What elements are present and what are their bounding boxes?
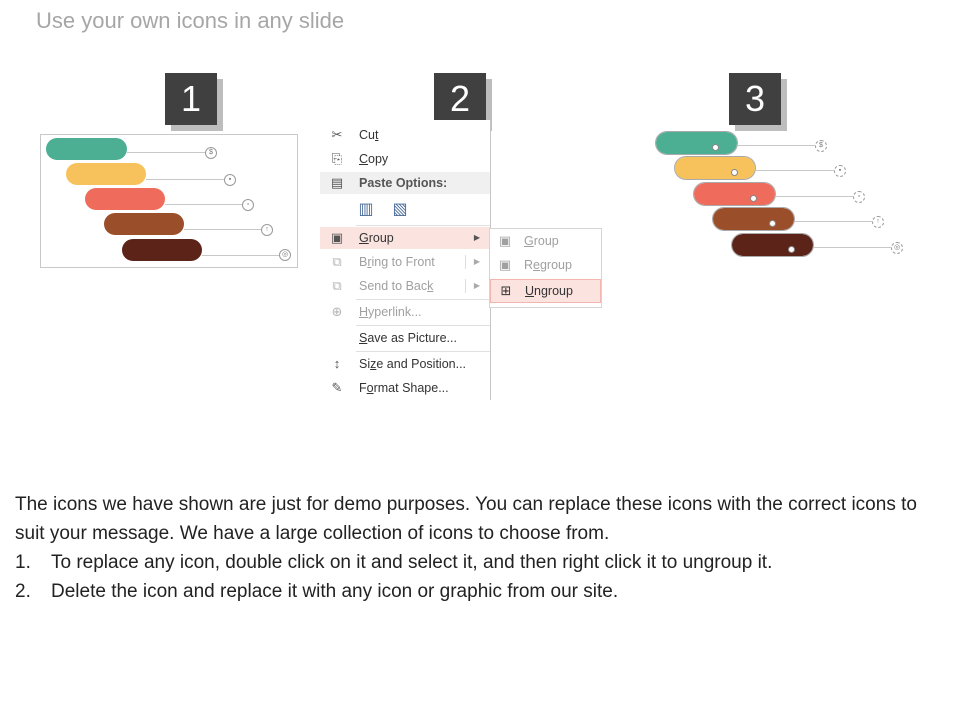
selection-handle[interactable] xyxy=(769,220,776,227)
upload-icon[interactable]: ↑ xyxy=(872,216,884,228)
upload-icon: ↑ xyxy=(261,224,273,236)
instruction-step-2: 2. Delete the icon and replace it with a… xyxy=(15,581,619,602)
image-icon: ▫ xyxy=(242,199,254,211)
ungroup-icon: ⊞ xyxy=(500,283,512,298)
connector-line xyxy=(814,247,894,248)
target-icon: ◎ xyxy=(279,249,291,261)
step-bar-3 xyxy=(85,188,165,210)
money-bag-icon: $ xyxy=(205,147,217,159)
menu-header-paste-options: ▤ Paste Options: xyxy=(320,172,490,194)
selection-handle[interactable] xyxy=(750,195,757,202)
hyperlink-icon: ⊕ xyxy=(331,304,343,319)
paste-keep-formatting-icon[interactable]: ▥ xyxy=(356,199,376,221)
step-bar-3[interactable] xyxy=(693,182,776,206)
menu-separator xyxy=(356,299,490,300)
target-icon[interactable]: ◎ xyxy=(891,242,903,254)
submenu-arrow-icon: ▶ xyxy=(473,257,480,266)
regroup-icon: ▣ xyxy=(498,257,512,272)
step-bar-2[interactable] xyxy=(674,156,756,180)
step-bar-4 xyxy=(104,213,184,235)
slide-title: Use your own icons in any slide xyxy=(36,8,345,33)
step-bar-5 xyxy=(122,239,202,261)
paste-icon: ▤ xyxy=(330,175,344,190)
image-icon[interactable]: ▫ xyxy=(853,191,865,203)
step-bar-4[interactable] xyxy=(712,207,795,231)
menu-item-format-shape[interactable]: ✎ Format Shape... xyxy=(320,377,490,399)
menu-item-size-and-position[interactable]: ↕ Size and Position... xyxy=(320,353,490,375)
connector-line xyxy=(127,152,209,153)
menu-separator xyxy=(356,325,490,326)
selection-handle[interactable] xyxy=(731,169,738,176)
group-icon: ▣ xyxy=(330,230,344,245)
building-icon: ▪ xyxy=(224,174,236,186)
menu-item-copy[interactable]: ⎘ Copy xyxy=(320,148,490,170)
building-icon[interactable]: ▪ xyxy=(834,165,846,177)
bring-front-icon: ⧉ xyxy=(332,254,342,269)
step-bar-1[interactable] xyxy=(655,131,738,155)
size-position-icon: ↕ xyxy=(333,356,341,371)
connector-line xyxy=(776,196,856,197)
submenu-item-regroup[interactable]: ▣ Regroup xyxy=(490,254,601,276)
connector-line xyxy=(146,179,228,180)
connector-line xyxy=(756,170,836,171)
instructions: The icons we have shown are just for dem… xyxy=(15,490,945,606)
step-bar-1 xyxy=(46,138,127,160)
step-bar-2 xyxy=(66,163,146,185)
step-number-2: 2 xyxy=(434,73,486,125)
connector-line xyxy=(202,255,283,256)
menu-item-bring-to-front[interactable]: ⧉ Bring to Front ▶ xyxy=(320,251,490,273)
submenu-item-group[interactable]: ▣ Group xyxy=(490,230,601,252)
submenu-arrow-icon: ▶ xyxy=(473,281,480,290)
copy-icon: ⎘ xyxy=(331,151,343,166)
connector-line xyxy=(184,229,265,230)
submenu-item-ungroup[interactable]: ⊞ Ungroup xyxy=(490,279,601,303)
selection-handle[interactable] xyxy=(788,246,795,253)
menu-item-hyperlink[interactable]: ⊕ Hyperlink... xyxy=(320,301,490,323)
connector-line xyxy=(738,145,818,146)
group-icon: ▣ xyxy=(498,233,512,248)
format-shape-icon: ✎ xyxy=(331,380,343,395)
connector-line xyxy=(795,221,875,222)
menu-separator xyxy=(356,225,490,226)
money-bag-icon[interactable]: $ xyxy=(815,140,827,152)
paste-picture-icon[interactable]: ▧ xyxy=(390,199,410,221)
instructions-intro: The icons we have shown are just for dem… xyxy=(15,494,917,544)
submenu-arrow-icon: ▶ xyxy=(473,233,480,242)
group-submenu: ▣ Group ▣ Regroup ⊞ Ungroup xyxy=(489,228,602,308)
menu-item-send-to-back[interactable]: ⧉ Send to Back ▶ xyxy=(320,275,490,297)
step-number-1: 1 xyxy=(165,73,217,125)
step-bar-5[interactable] xyxy=(731,233,814,257)
menu-item-cut[interactable]: ✂ Cut xyxy=(320,124,490,146)
menu-item-save-as-picture[interactable]: Save as Picture... xyxy=(320,327,490,349)
selection-handle[interactable] xyxy=(712,144,719,151)
scissors-icon: ✂ xyxy=(331,127,343,142)
send-back-icon: ⧉ xyxy=(332,278,342,293)
menu-item-group[interactable]: ▣ Group ▶ xyxy=(320,227,490,249)
step-number-3: 3 xyxy=(729,73,781,125)
instruction-step-1: 1. To replace any icon, double click on … xyxy=(15,552,773,573)
connector-line xyxy=(165,204,246,205)
context-menu: ✂ Cut ⎘ Copy ▤ Paste Options: ▥ ▧ ▣ Grou… xyxy=(320,120,491,400)
menu-separator xyxy=(356,351,490,352)
